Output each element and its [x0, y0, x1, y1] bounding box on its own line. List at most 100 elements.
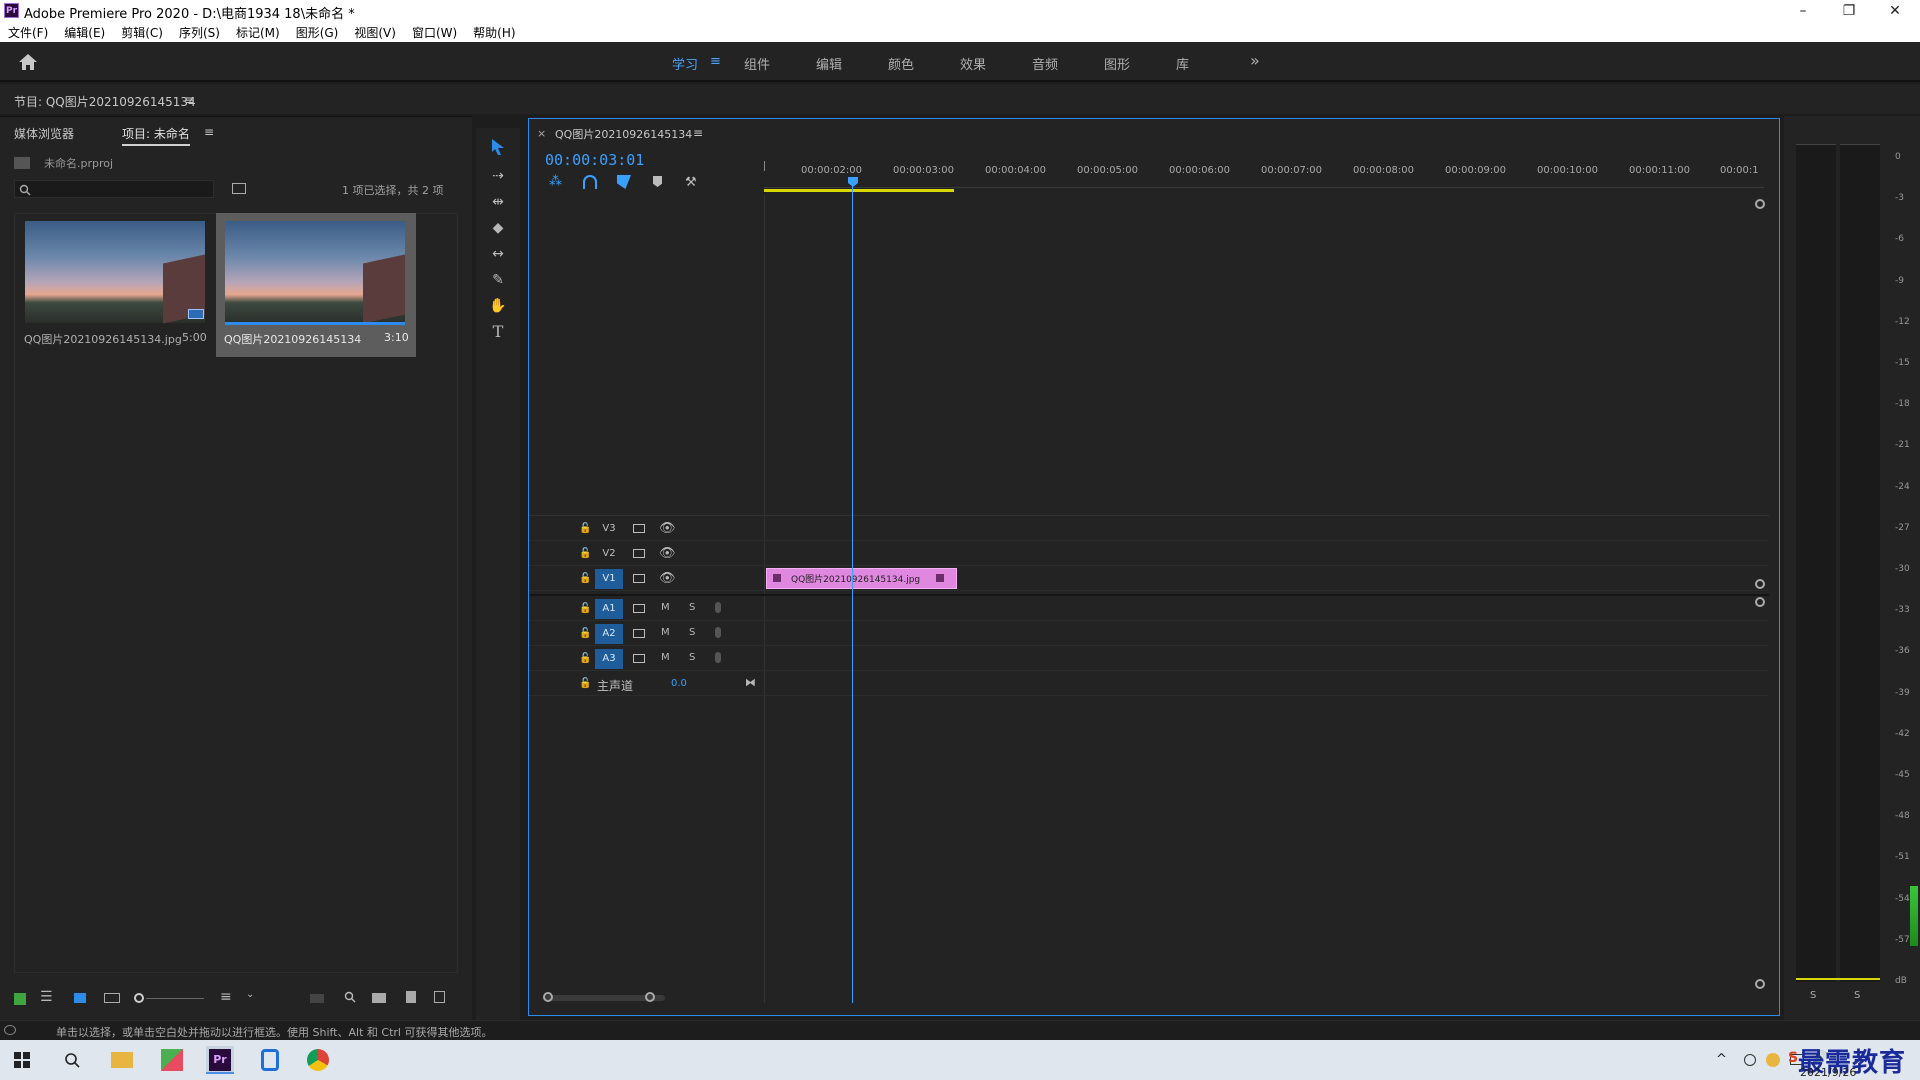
zoom-handle-left[interactable]	[543, 992, 553, 1002]
zoom-slider-track[interactable]	[146, 998, 204, 999]
find-icon[interactable]	[344, 991, 356, 1003]
track-target-a1[interactable]: A1	[595, 599, 623, 619]
go-to-end-icon[interactable]: ⧓	[745, 676, 756, 689]
sort-icon[interactable]: ≡	[220, 989, 232, 1005]
close-sequence-icon[interactable]: ×	[537, 127, 546, 140]
freeform-view-icon[interactable]	[104, 993, 120, 1003]
workspace-menu-icon[interactable]: ≡	[710, 54, 721, 69]
new-bin-search-icon[interactable]	[232, 183, 246, 194]
ime-icon[interactable]: S	[1788, 1050, 1798, 1066]
lock-icon[interactable]: 🔓	[579, 653, 591, 664]
menu-sequence[interactable]: 序列(S)	[171, 22, 228, 41]
timeline-clip[interactable]: QQ图片20210926145134.jpg	[766, 568, 957, 589]
minimize-button[interactable]: –	[1780, 0, 1826, 22]
track-target-v3[interactable]: V3	[595, 519, 623, 539]
project-menu-icon[interactable]: ≡	[204, 125, 214, 139]
menu-window[interactable]: 窗口(W)	[404, 22, 465, 41]
lock-icon[interactable]: 🔓	[579, 573, 591, 584]
sequence-tab[interactable]: QQ图片20210926145134	[555, 126, 692, 142]
timecode-display[interactable]: 00:00:03:01	[545, 151, 644, 169]
solo-button[interactable]: S	[689, 602, 695, 613]
solo-button[interactable]: S	[689, 627, 695, 638]
ripple-edit-tool-icon[interactable]: ⇹	[486, 190, 510, 214]
restore-button[interactable]: ❐	[1826, 0, 1872, 22]
snap-icon[interactable]	[583, 175, 597, 189]
automate-to-sequence-icon[interactable]	[310, 994, 324, 1003]
razor-tool-icon[interactable]: ◆	[486, 216, 510, 240]
scroll-handle-top[interactable]	[1755, 199, 1765, 209]
new-bin-icon[interactable]	[372, 993, 386, 1003]
eye-icon[interactable]: 👁	[659, 521, 676, 536]
lock-icon[interactable]: 🔓	[579, 603, 591, 614]
trash-icon[interactable]	[434, 991, 445, 1003]
menu-file[interactable]: 文件(F)	[0, 22, 56, 41]
sync-lock-icon[interactable]	[633, 654, 645, 663]
list-view-icon[interactable]: ☰	[40, 989, 53, 1005]
tray-chevron-icon[interactable]: ^	[1716, 1052, 1727, 1067]
icon-view-icon[interactable]	[74, 993, 86, 1003]
windows-start-icon[interactable]	[14, 1052, 30, 1068]
tray-app-icon[interactable]	[1766, 1053, 1780, 1067]
program-monitor-menu-icon[interactable]: ≡	[184, 93, 194, 107]
track-target-v1[interactable]: V1	[595, 569, 623, 589]
workspace-tab-color[interactable]: 颜色	[888, 54, 914, 73]
lock-icon[interactable]	[14, 993, 26, 1005]
track-target-v2[interactable]: V2	[595, 544, 623, 564]
eye-icon[interactable]: 👁	[659, 571, 676, 586]
track-target-a2[interactable]: A2	[595, 624, 623, 644]
tablet-app-icon[interactable]	[256, 1046, 284, 1074]
playhead-line[interactable]	[852, 185, 853, 1003]
workspace-tab-assembly[interactable]: 组件	[744, 54, 770, 73]
sync-lock-icon[interactable]	[633, 604, 645, 613]
solo-right-button[interactable]: S	[1854, 990, 1860, 1001]
menu-clip[interactable]: 剪辑(C)	[113, 22, 171, 41]
zoom-handle-right[interactable]	[645, 992, 655, 1002]
track-select-tool-icon[interactable]: ⇢	[486, 164, 510, 188]
sync-lock-icon[interactable]	[633, 574, 645, 583]
sync-lock-icon[interactable]	[633, 629, 645, 638]
workspace-tab-editing[interactable]: 编辑	[816, 54, 842, 73]
scroll-handle-bottom[interactable]	[1755, 979, 1765, 989]
search-input[interactable]	[14, 180, 214, 198]
slip-tool-icon[interactable]: ↔	[486, 242, 510, 266]
master-volume-value[interactable]: 0.0	[671, 678, 687, 689]
app-tiles-icon[interactable]	[158, 1046, 186, 1074]
tray-notification-icon[interactable]	[1744, 1054, 1756, 1066]
add-marker-icon[interactable]	[653, 176, 662, 187]
taskbar-search-icon[interactable]	[64, 1052, 80, 1068]
type-tool-icon[interactable]: T	[486, 320, 510, 344]
chrome-icon[interactable]	[304, 1046, 332, 1074]
mute-button[interactable]: M	[661, 627, 670, 638]
menu-marker[interactable]: 标记(M)	[228, 22, 288, 41]
lock-icon[interactable]: 🔓	[579, 678, 591, 689]
workspace-tab-learn[interactable]: 学习	[672, 54, 698, 73]
solo-left-button[interactable]: S	[1810, 990, 1816, 1001]
premiere-pro-taskbar-icon[interactable]: Pr	[206, 1046, 234, 1074]
playhead-handle[interactable]	[848, 177, 858, 187]
home-icon[interactable]	[18, 53, 38, 71]
microphone-icon[interactable]	[715, 627, 721, 638]
close-button[interactable]: ✕	[1872, 0, 1918, 22]
pen-tool-icon[interactable]: ✎	[486, 268, 510, 292]
track-target-a3[interactable]: A3	[595, 649, 623, 669]
selection-tool-icon[interactable]	[490, 138, 506, 156]
lock-icon[interactable]: 🔓	[579, 523, 591, 534]
nest-toggle-icon[interactable]: ⁂	[549, 175, 563, 189]
file-explorer-icon[interactable]	[108, 1046, 136, 1074]
wrench-icon[interactable]: ⚒	[685, 175, 697, 190]
project-item-sequence[interactable]: QQ图片20210926145134 3:10	[216, 213, 416, 357]
hand-tool-icon[interactable]: ✋	[486, 294, 510, 318]
tab-media-browser[interactable]: 媒体浏览器	[14, 125, 74, 142]
zoom-slider-handle[interactable]	[134, 993, 144, 1003]
menu-view[interactable]: 视图(V)	[346, 22, 404, 41]
more-workspaces-icon[interactable]: »	[1250, 51, 1260, 70]
microphone-icon[interactable]	[715, 602, 721, 613]
workspace-tab-libraries[interactable]: 库	[1176, 54, 1189, 73]
lock-icon[interactable]: 🔓	[579, 548, 591, 559]
project-item-image[interactable]: QQ图片20210926145134.jpg 5:00	[20, 217, 210, 353]
workspace-tab-graphics[interactable]: 图形	[1104, 54, 1130, 73]
menu-help[interactable]: 帮助(H)	[465, 22, 523, 41]
scroll-handle-video[interactable]	[1755, 579, 1765, 589]
new-item-icon[interactable]	[406, 991, 416, 1003]
workspace-tab-effects[interactable]: 效果	[960, 54, 986, 73]
